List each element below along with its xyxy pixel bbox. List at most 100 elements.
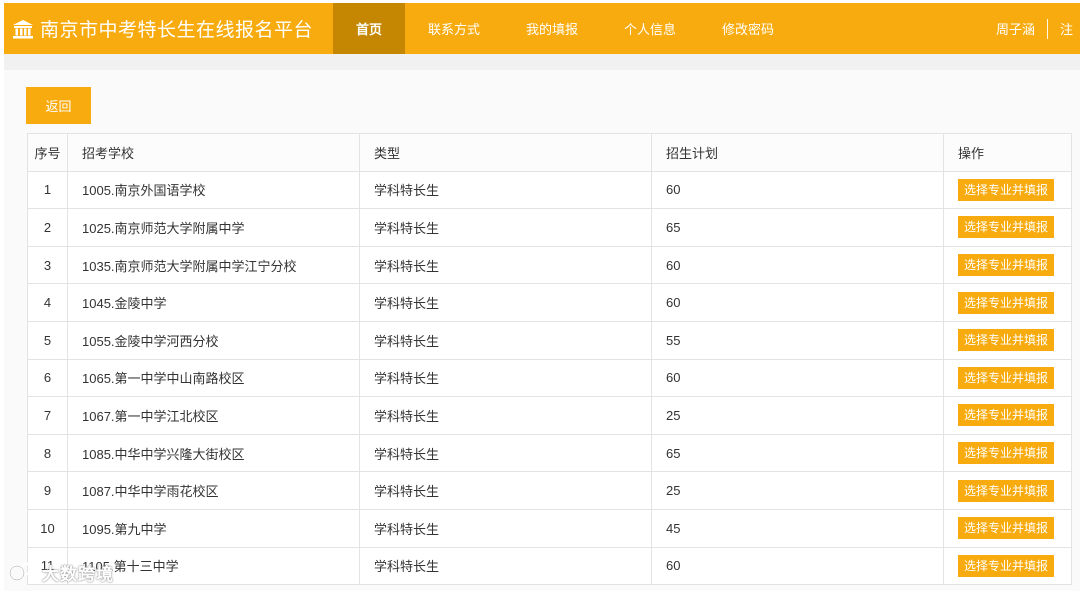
watermark: 大数跨境 (8, 557, 114, 587)
row-school: 1025.南京师范大学附属中学 (67, 208, 360, 247)
table-row: 3 1035.南京师范大学附属中学江宁分校 学科特长生 60 选择专业并填报 (27, 245, 1072, 285)
column-header-plan: 招生计划 (651, 133, 944, 172)
row-index: 8 (27, 433, 68, 473)
row-type: 学科特长生 (359, 320, 652, 360)
user-area: 周子涵 注 (996, 3, 1073, 54)
user-divider (1047, 18, 1049, 39)
row-action: 选择专业并填报 (943, 546, 1072, 586)
column-header-action: 操作 (943, 133, 1072, 172)
row-type: 学科特长生 (359, 471, 652, 510)
row-plan: 60 (651, 546, 944, 586)
row-plan: 25 (651, 396, 944, 435)
table-header-row: 序号 招考学校 类型 招生计划 操作 (27, 133, 1072, 172)
row-school: 1005.南京外国语学校 (67, 170, 360, 210)
row-index: 3 (27, 245, 68, 285)
row-index: 4 (27, 283, 68, 322)
header-gap (4, 54, 1080, 70)
row-plan: 65 (651, 208, 944, 247)
row-school: 1065.第一中学中山南路校区 (67, 358, 360, 398)
row-action: 选择专业并填报 (943, 245, 1072, 285)
row-plan: 55 (651, 320, 944, 360)
nav-home[interactable]: 首页 (333, 3, 405, 54)
row-type: 学科特长生 (359, 396, 652, 435)
table-row: 7 1067.第一中学江北校区 学科特长生 25 选择专业并填报 (27, 396, 1072, 435)
row-type: 学科特长生 (359, 433, 652, 473)
column-header-school: 招考学校 (67, 133, 360, 172)
row-school: 1045.金陵中学 (67, 283, 360, 322)
institution-icon (13, 19, 33, 38)
watermark-logo-icon (8, 562, 34, 582)
select-major-button[interactable]: 选择专业并填报 (958, 366, 1055, 389)
row-type: 学科特长生 (359, 546, 652, 586)
row-type: 学科特长生 (359, 358, 652, 398)
row-index: 6 (27, 358, 68, 398)
row-plan: 25 (651, 471, 944, 510)
row-plan: 60 (651, 170, 944, 210)
select-major-button[interactable]: 选择专业并填报 (958, 442, 1055, 465)
row-school: 1035.南京师范大学附属中学江宁分校 (67, 245, 360, 285)
school-table: 序号 招考学校 类型 招生计划 操作 1 1005.南京外国语学校 学科特长生 60 选… (27, 133, 1072, 586)
row-index: 9 (27, 471, 68, 510)
select-major-button[interactable]: 选择专业并填报 (958, 554, 1055, 577)
table-row: 2 1025.南京师范大学附属中学 学科特长生 65 选择专业并填报 (27, 208, 1072, 247)
row-index: 2 (27, 208, 68, 247)
table-row: 11 1105.第十三中学 学科特长生 60 选择专业并填报 (27, 546, 1072, 586)
column-header-type: 类型 (359, 133, 652, 172)
row-action: 选择专业并填报 (943, 433, 1072, 473)
table-row: 9 1087.中华中学雨花校区 学科特长生 25 选择专业并填报 (27, 471, 1072, 510)
row-index: 7 (27, 396, 68, 435)
row-plan: 60 (651, 245, 944, 285)
table-row: 6 1065.第一中学中山南路校区 学科特长生 60 选择专业并填报 (27, 358, 1072, 398)
column-header-index: 序号 (27, 133, 68, 172)
row-type: 学科特长生 (359, 508, 652, 548)
brand[interactable]: 南京市中考特长生在线报名平台 (12, 3, 342, 54)
row-school: 1095.第九中学 (67, 508, 360, 548)
row-action: 选择专业并填报 (943, 283, 1072, 322)
row-action: 选择专业并填报 (943, 320, 1072, 360)
row-plan: 45 (651, 508, 944, 548)
watermark-text: 大数跨境 (42, 564, 114, 584)
row-school: 1085.中华中学兴隆大街校区 (67, 433, 360, 473)
table-row: 10 1095.第九中学 学科特长生 45 选择专业并填报 (27, 508, 1072, 548)
row-action: 选择专业并填报 (943, 208, 1072, 247)
row-type: 学科特长生 (359, 208, 652, 247)
select-major-button[interactable]: 选择专业并填报 (958, 291, 1055, 314)
nav-change-password[interactable]: 修改密码 (699, 3, 797, 54)
row-index: 5 (27, 320, 68, 360)
row-action: 选择专业并填报 (943, 170, 1072, 210)
row-action: 选择专业并填报 (943, 508, 1072, 548)
row-type: 学科特长生 (359, 245, 652, 285)
table-row: 4 1045.金陵中学 学科特长生 60 选择专业并填报 (27, 283, 1072, 322)
logout-link[interactable]: 注 (1060, 19, 1073, 38)
row-index: 1 (27, 170, 68, 210)
row-action: 选择专业并填报 (943, 396, 1072, 435)
row-index: 10 (27, 508, 68, 548)
select-major-button[interactable]: 选择专业并填报 (958, 254, 1055, 277)
table-row: 5 1055.金陵中学河西分校 学科特长生 55 选择专业并填报 (27, 320, 1072, 360)
select-major-button[interactable]: 选择专业并填报 (958, 178, 1055, 201)
row-plan: 65 (651, 433, 944, 473)
nav-my-applications[interactable]: 我的填报 (503, 3, 601, 54)
row-plan: 60 (651, 283, 944, 322)
table-row: 1 1005.南京外国语学校 学科特长生 60 选择专业并填报 (27, 170, 1072, 210)
row-type: 学科特长生 (359, 283, 652, 322)
main-nav: 首页 联系方式 我的填报 个人信息 修改密码 (333, 3, 797, 54)
select-major-button[interactable]: 选择专业并填报 (958, 404, 1055, 427)
select-major-button[interactable]: 选择专业并填报 (958, 517, 1055, 540)
brand-title: 南京市中考特长生在线报名平台 (40, 20, 314, 41)
row-school: 1055.金陵中学河西分校 (67, 320, 360, 360)
user-name[interactable]: 周子涵 (996, 19, 1035, 38)
back-button[interactable]: 返回 (26, 87, 91, 124)
row-action: 选择专业并填报 (943, 471, 1072, 510)
top-navbar: 南京市中考特长生在线报名平台 首页 联系方式 我的填报 个人信息 修改密码 周子… (4, 3, 1080, 54)
row-action: 选择专业并填报 (943, 358, 1072, 398)
select-major-button[interactable]: 选择专业并填报 (958, 329, 1055, 352)
table-row: 8 1085.中华中学兴隆大街校区 学科特长生 65 选择专业并填报 (27, 433, 1072, 473)
nav-profile[interactable]: 个人信息 (601, 3, 699, 54)
select-major-button[interactable]: 选择专业并填报 (958, 479, 1055, 502)
select-major-button[interactable]: 选择专业并填报 (958, 216, 1055, 239)
row-type: 学科特长生 (359, 170, 652, 210)
row-school: 1067.第一中学江北校区 (67, 396, 360, 435)
nav-contact[interactable]: 联系方式 (405, 3, 503, 54)
row-school: 1087.中华中学雨花校区 (67, 471, 360, 510)
